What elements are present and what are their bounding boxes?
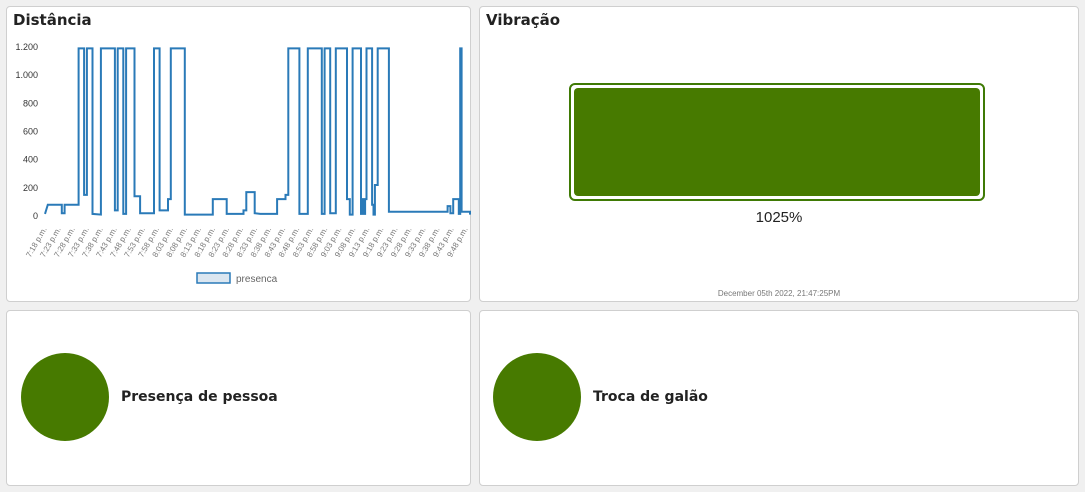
troca-status-led <box>493 353 581 441</box>
distancia-chart: 02004006008001.0001.2007:18 p.m.7:23 p.m… <box>15 42 471 285</box>
y-tick-label: 0 <box>33 211 38 221</box>
vibracao-timestamp: December 05th 2022, 21:47:25PM <box>717 289 841 298</box>
distancia-panel: Distância 0 200 400 600 800 1.000 1.200 7:18 p.… <box>6 6 471 302</box>
y-tick-label: 1.000 <box>15 70 38 80</box>
troca-label: Troca de galão <box>593 389 708 405</box>
vibracao-value: 1025% <box>755 209 803 226</box>
presenca-status-led <box>21 353 109 441</box>
y-tick-label: 600 <box>23 127 38 137</box>
vibracao-panel: Vibração 1025% December 05th 2022, 21:47… <box>479 6 1079 302</box>
vibracao-gauge-fill <box>574 88 980 196</box>
y-tick-label: 800 <box>23 98 38 108</box>
presenca-label: Presença de pessoa <box>121 389 278 405</box>
series-line-presenca <box>44 47 471 216</box>
presenca-panel: Presença de pessoa <box>6 310 471 486</box>
vibracao-title: Vibração <box>486 11 561 29</box>
y-tick-label: 1.200 <box>15 42 38 52</box>
vibracao-gauge <box>569 83 985 201</box>
troca-panel: Troca de galão <box>479 310 1079 486</box>
legend-label: presenca <box>236 274 278 285</box>
y-tick-label: 400 <box>23 155 38 165</box>
legend-swatch <box>196 272 231 284</box>
y-tick-label: 200 <box>23 183 38 193</box>
